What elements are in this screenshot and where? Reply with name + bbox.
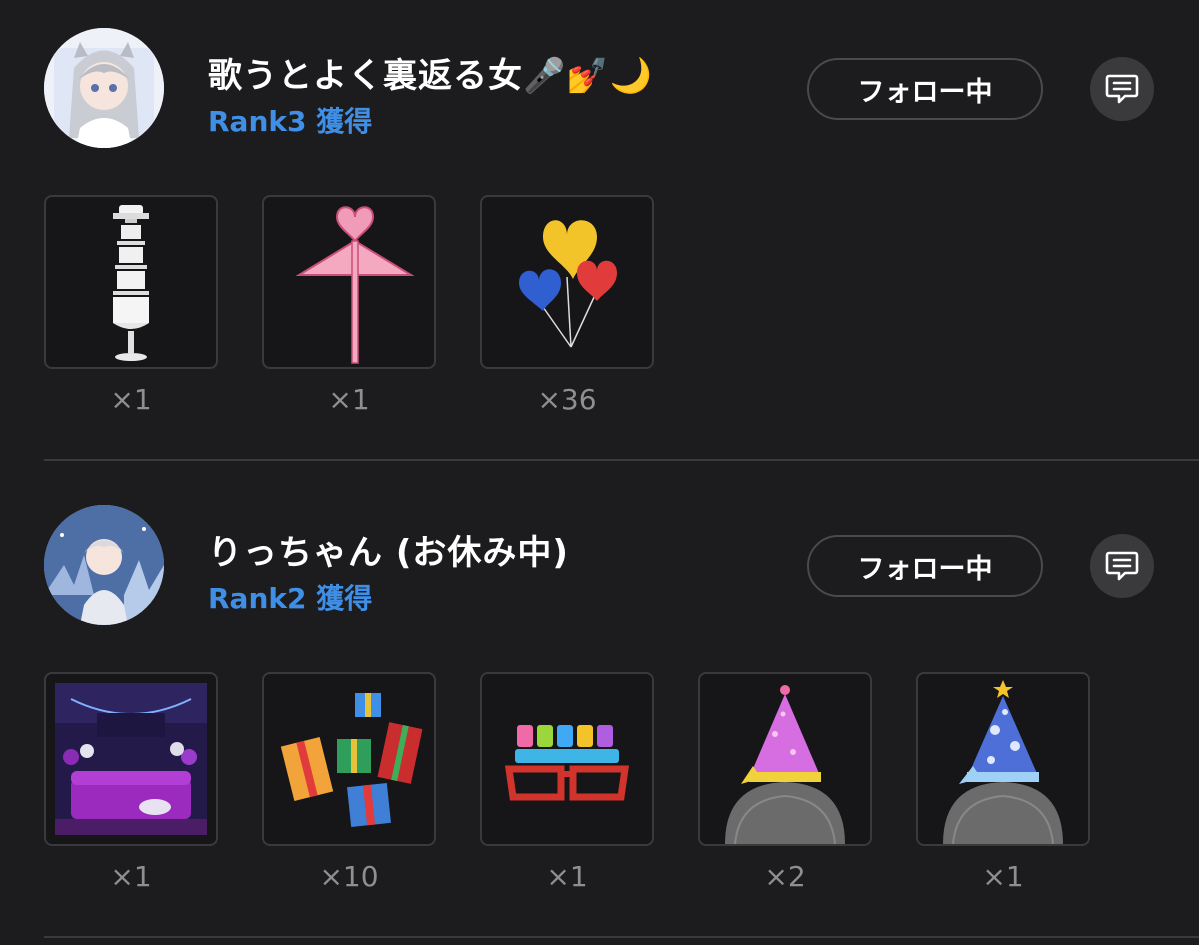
gift-item[interactable]: ×1	[916, 672, 1090, 893]
heart-balloons-icon	[519, 220, 617, 348]
gift-item[interactable]: ×1	[44, 672, 218, 893]
gift-count: ×1	[110, 860, 152, 893]
following-button[interactable]: フォロー中	[807, 535, 1043, 597]
chat-bubble-icon	[1105, 551, 1139, 581]
following-button[interactable]: フォロー中	[807, 58, 1043, 120]
blue-party-hat-icon	[943, 680, 1063, 844]
user-avatar[interactable]	[44, 28, 164, 148]
wedding-cake-tower-icon	[113, 205, 149, 361]
heart-flag-icon	[295, 206, 415, 364]
gift-item[interactable]: ×2	[698, 672, 872, 893]
happy-birthday-glasses-icon	[504, 725, 630, 801]
gift-item[interactable]: ×1	[480, 672, 654, 893]
gift-item[interactable]: ×1	[44, 195, 218, 416]
user-name[interactable]: 歌うとよく裏返る女🎤💅🌙	[208, 48, 653, 97]
message-button[interactable]	[1090, 57, 1154, 121]
supporter-entry: 歌うとよく裏返る女🎤💅🌙 Rank3 獲得 フォロー中 ×1 ×1 ×36	[0, 0, 1199, 461]
gift-item[interactable]: ×36	[480, 195, 654, 416]
pink-party-hat-icon	[725, 685, 845, 844]
gift-count: ×36	[537, 383, 597, 416]
gift-count: ×1	[110, 383, 152, 416]
gift-count: ×1	[546, 860, 588, 893]
gift-count: ×1	[328, 383, 370, 416]
rank-label: Rank3 獲得	[208, 105, 373, 138]
user-name[interactable]: りっちゃん (お休み中)	[208, 525, 569, 574]
chat-bubble-icon	[1105, 74, 1139, 104]
gift-boxes-icon	[280, 693, 423, 827]
gift-count: ×10	[319, 860, 379, 893]
gift-count: ×1	[982, 860, 1024, 893]
divider	[44, 459, 1199, 461]
rank-label: Rank2 獲得	[208, 582, 373, 615]
divider	[44, 936, 1199, 938]
birthday-room-icon	[55, 683, 207, 835]
gift-count: ×2	[764, 860, 806, 893]
supporter-entry: りっちゃん (お休み中) Rank2 獲得 フォロー中 ×1 ×10 ×1 ×2…	[0, 462, 1199, 938]
gift-item[interactable]: ×1	[262, 195, 436, 416]
user-avatar[interactable]	[44, 505, 164, 625]
message-button[interactable]	[1090, 534, 1154, 598]
gift-item[interactable]: ×10	[262, 672, 436, 893]
